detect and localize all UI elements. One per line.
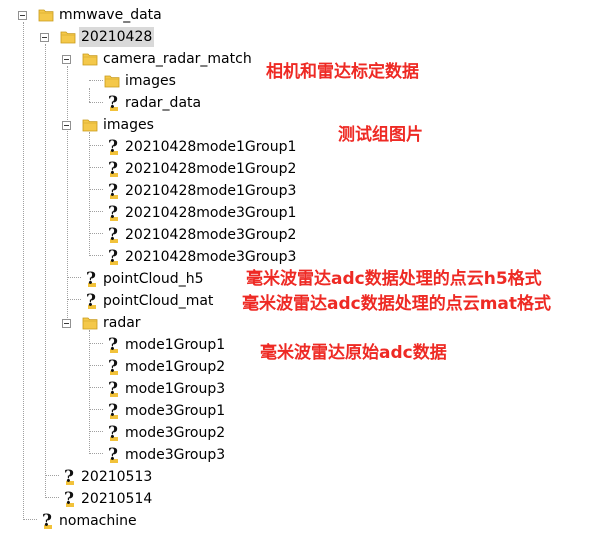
tree-node-nomachine[interactable]: ? nomachine [0,510,600,532]
question-mark-icon: ? [106,402,120,420]
unknown-icon: ? [59,468,77,486]
unknown-icon: ? [103,402,121,420]
tree-node-label: 20210428mode1Group2 [125,161,297,177]
tree-node-img-m1g2[interactable]: ? 20210428mode1Group2 [0,158,600,180]
tree-node-20210428[interactable]: 20210428 [0,26,600,48]
tree-node-label: images [125,73,176,89]
unknown-icon: ? [81,292,99,310]
tree-node-label: 20210428mode1Group1 [125,139,297,155]
tree-node-radar-m3g3[interactable]: ? mode3Group3 [0,444,600,466]
tree-node-label: pointCloud_h5 [103,271,204,287]
tree-node-20210514[interactable]: ? 20210514 [0,488,600,510]
tree-node-radar-m1g3[interactable]: ? mode1Group3 [0,378,600,400]
tree-node-label: mode3Group3 [125,447,226,463]
unknown-icon: ? [103,380,121,398]
tree-node-img-m3g2[interactable]: ? 20210428mode3Group2 [0,224,600,246]
folder-icon [103,72,121,90]
question-mark-icon: ? [106,336,120,354]
unknown-icon: ? [103,204,121,222]
folder-icon [81,314,99,332]
collapse-toggle-icon[interactable] [62,55,71,64]
tree-node-label: camera_radar_match [103,51,252,67]
unknown-icon: ? [103,138,121,156]
tree-node-label: nomachine [59,513,137,529]
tree-node-label: 20210428 [79,27,155,47]
folder-icon [37,6,55,24]
tree-node-images[interactable]: images [0,114,600,136]
question-mark-icon: ? [106,226,120,244]
tree-node-pointcloud-h5[interactable]: ? pointCloud_h5 [0,268,600,290]
tree-node-img-m1g3[interactable]: ? 20210428mode1Group3 [0,180,600,202]
folder-icon [81,50,99,68]
unknown-icon: ? [103,182,121,200]
tree-node-label: 20210428mode3Group3 [125,249,297,265]
tree-node-label: radar [103,315,141,331]
question-mark-icon: ? [62,468,76,486]
tree-node-label: mode1Group1 [125,337,226,353]
unknown-icon: ? [37,512,55,530]
folder-icon [81,116,99,134]
tree-node-label: mmwave_data [59,7,162,23]
question-mark-icon: ? [62,490,76,508]
unknown-icon: ? [103,424,121,442]
unknown-icon: ? [103,248,121,266]
tree-node-radar-m3g1[interactable]: ? mode3Group1 [0,400,600,422]
question-mark-icon: ? [106,138,120,156]
tree-node-radar-m3g2[interactable]: ? mode3Group2 [0,422,600,444]
tree-node-camera-radar-match-images[interactable]: images [0,70,600,92]
tree-node-radar[interactable]: radar [0,312,600,334]
collapse-toggle-icon[interactable] [18,11,27,20]
collapse-toggle-icon[interactable] [62,319,71,328]
tree-node-label: images [103,117,154,133]
unknown-icon: ? [103,336,121,354]
unknown-icon: ? [103,358,121,376]
unknown-icon: ? [103,446,121,464]
question-mark-icon: ? [106,248,120,266]
unknown-icon: ? [103,226,121,244]
tree-node-img-m3g3[interactable]: ? 20210428mode3Group3 [0,246,600,268]
tree-node-label: 20210428mode3Group2 [125,227,297,243]
question-mark-icon: ? [106,424,120,442]
tree-node-label: mode3Group2 [125,425,226,441]
unknown-icon: ? [59,490,77,508]
tree-node-pointcloud-mat[interactable]: ? pointCloud_mat [0,290,600,312]
tree-node-label: radar_data [125,95,202,111]
collapse-toggle-icon[interactable] [62,121,71,130]
question-mark-icon: ? [84,270,98,288]
tree-node-mmwave-data[interactable]: mmwave_data [0,4,600,26]
tree-node-label: 20210428mode3Group1 [125,205,297,221]
question-mark-icon: ? [106,358,120,376]
unknown-icon: ? [81,270,99,288]
tree-node-label: mode3Group1 [125,403,226,419]
question-mark-icon: ? [40,512,54,530]
tree-node-label: mode1Group2 [125,359,226,375]
unknown-icon: ? [103,94,121,112]
question-mark-icon: ? [106,94,120,112]
tree-node-label: 20210514 [81,491,153,507]
question-mark-icon: ? [106,204,120,222]
tree-node-radar-data[interactable]: ? radar_data [0,92,600,114]
folder-tree: 相机和雷达标定数据 测试组图片 毫米波雷达adc数据处理的点云h5格式 毫米波雷… [0,0,607,534]
tree-node-img-m1g1[interactable]: ? 20210428mode1Group1 [0,136,600,158]
folder-icon [59,28,77,46]
tree-node-camera-radar-match[interactable]: camera_radar_match [0,48,600,70]
question-mark-icon: ? [106,182,120,200]
question-mark-icon: ? [84,292,98,310]
tree-node-label: pointCloud_mat [103,293,214,309]
question-mark-icon: ? [106,380,120,398]
tree-node-20210513[interactable]: ? 20210513 [0,466,600,488]
question-mark-icon: ? [106,446,120,464]
tree-node-label: mode1Group3 [125,381,226,397]
unknown-icon: ? [103,160,121,178]
collapse-toggle-icon[interactable] [40,33,49,42]
tree-node-radar-m1g2[interactable]: ? mode1Group2 [0,356,600,378]
question-mark-icon: ? [106,160,120,178]
tree-node-radar-m1g1[interactable]: ? mode1Group1 [0,334,600,356]
tree-node-label: 20210428mode1Group3 [125,183,297,199]
tree-node-img-m3g1[interactable]: ? 20210428mode3Group1 [0,202,600,224]
tree-node-label: 20210513 [81,469,153,485]
